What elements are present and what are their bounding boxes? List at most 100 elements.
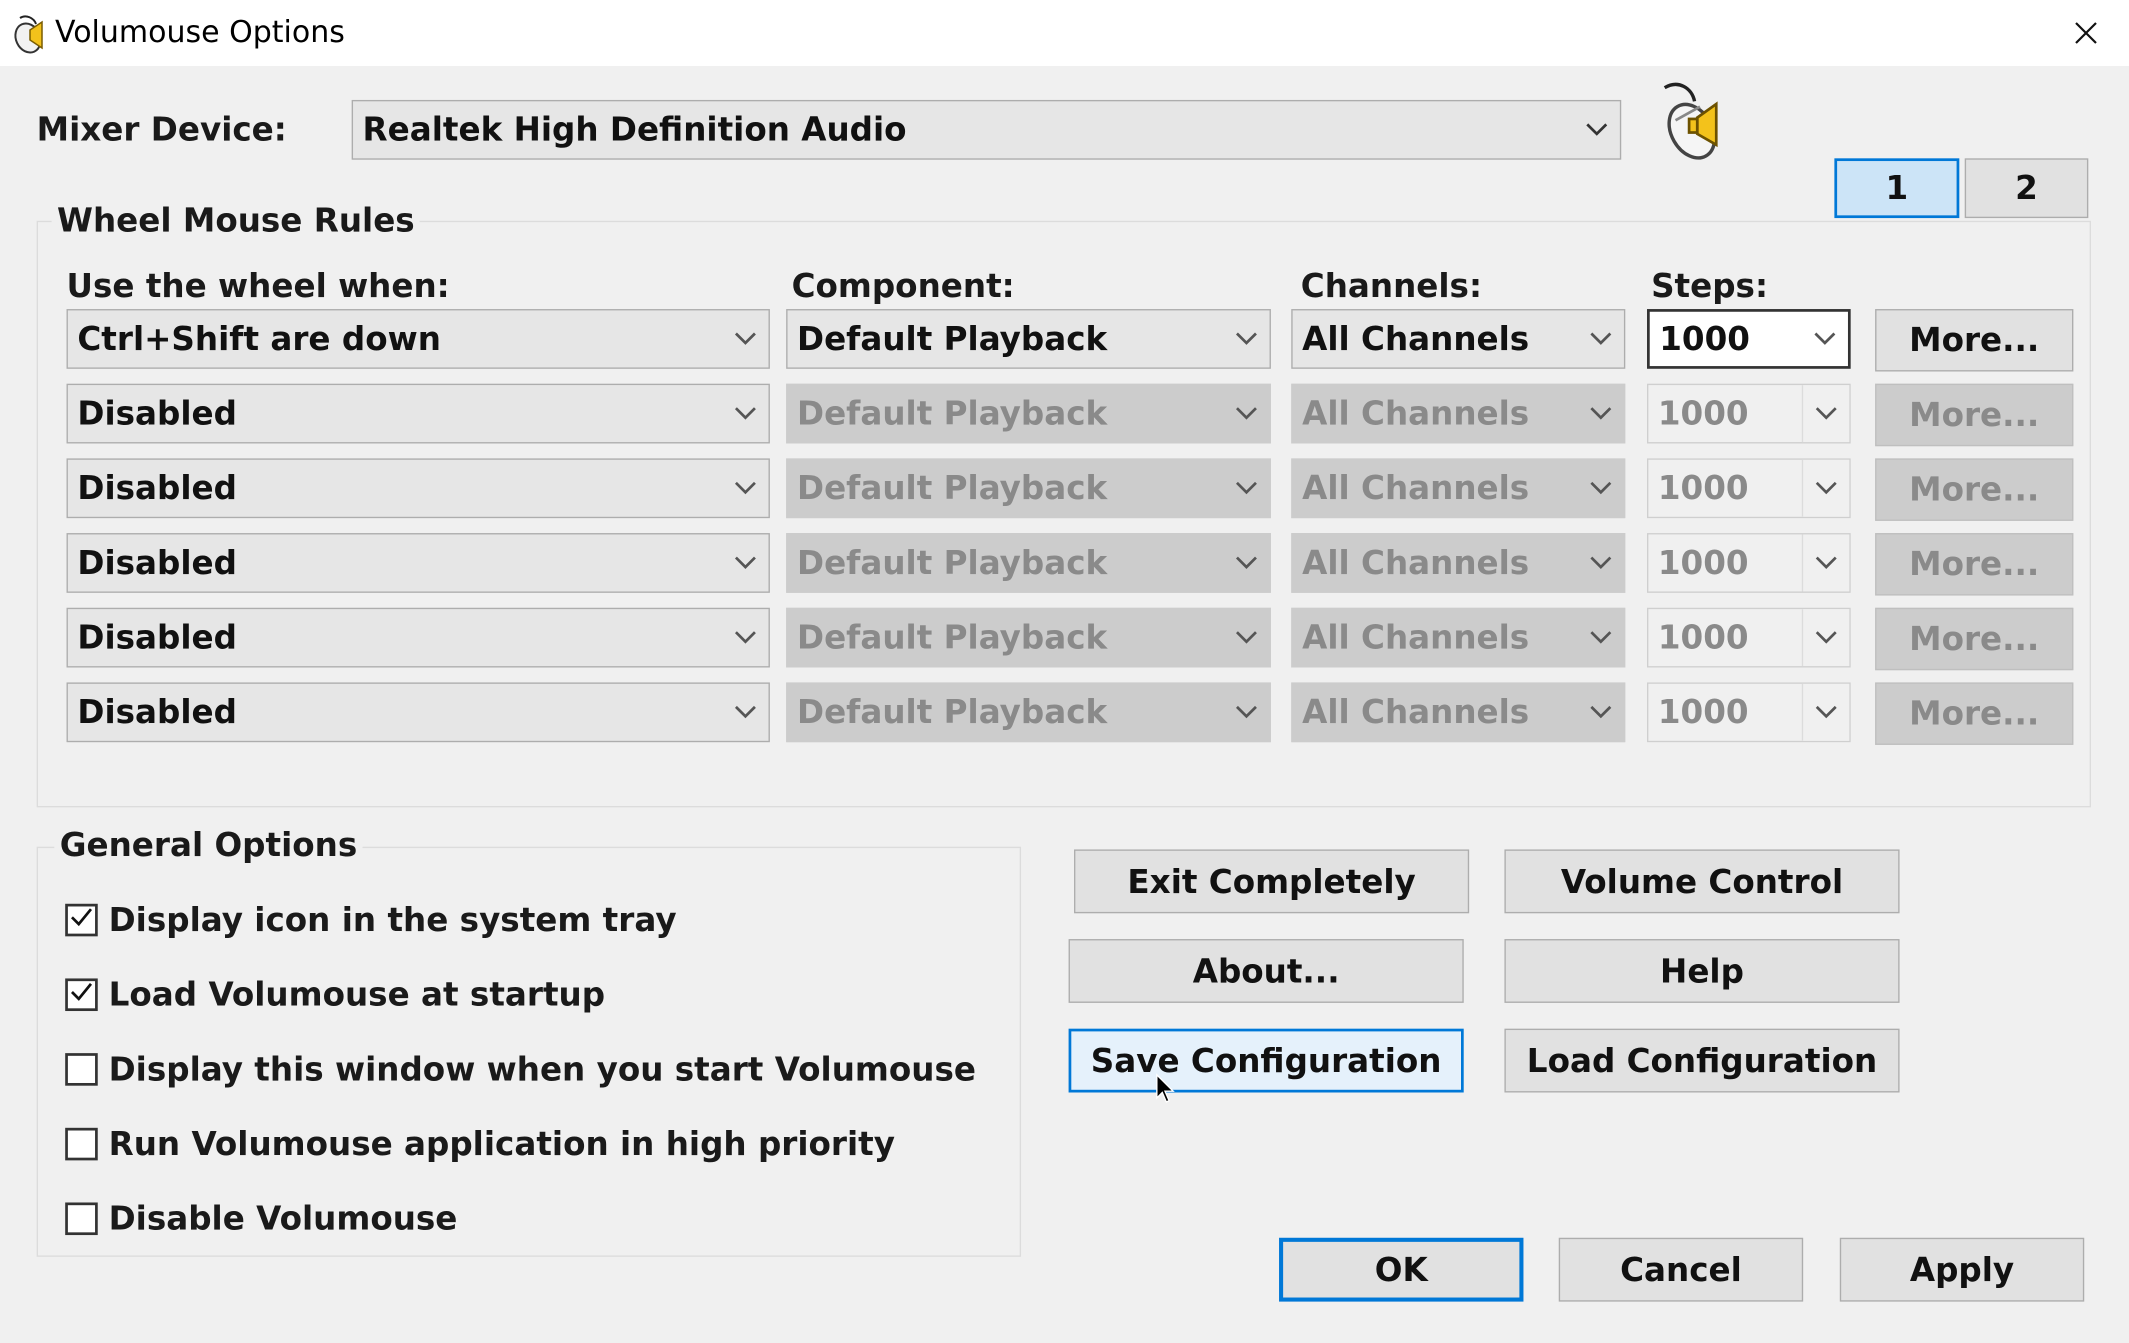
rule-1-component-dropdown-value: Default Playback: [797, 319, 1108, 358]
chevron-down-icon: [722, 684, 768, 741]
chevron-down-icon: [1801, 534, 1850, 592]
rule-2-steps-combo[interactable]: 1000: [1647, 383, 1851, 444]
rule-6-when-dropdown[interactable]: Disabled: [66, 682, 770, 743]
general-option-1[interactable]: Display icon in the system tray: [65, 900, 677, 941]
chevron-down-icon: [1223, 310, 1269, 367]
rule-4-component-dropdown[interactable]: Default Playback: [786, 533, 1271, 593]
checkbox[interactable]: [65, 903, 98, 937]
chevron-down-icon: [1578, 460, 1624, 517]
ok-button[interactable]: OK: [1279, 1237, 1524, 1302]
rule-5-component-dropdown[interactable]: Default Playback: [786, 607, 1271, 668]
close-button[interactable]: [2050, 0, 2122, 66]
rule-6-component-dropdown-value: Default Playback: [797, 693, 1108, 732]
mouse-cursor-icon: [1155, 1073, 1177, 1106]
rule-3-when-dropdown-value: Disabled: [77, 469, 237, 508]
checkbox-label: Display icon in the system tray: [108, 901, 677, 940]
checkbox-label: Run Volumouse application in high priori…: [108, 1125, 895, 1164]
rule-5-when-dropdown[interactable]: Disabled: [66, 607, 770, 668]
rule-4-more-button[interactable]: More...: [1875, 533, 2074, 596]
rule-1-when-dropdown[interactable]: Ctrl+Shift are down: [66, 309, 770, 369]
rule-1-steps-combo-value: 1000: [1659, 319, 1750, 358]
rule-5-component-dropdown-value: Default Playback: [797, 618, 1108, 657]
rule-4-steps-combo-value: 1000: [1657, 543, 1749, 582]
chevron-down-icon: [722, 310, 768, 367]
rule-6-steps-combo-value: 1000: [1657, 693, 1749, 732]
rule-1-when-dropdown-value: Ctrl+Shift are down: [77, 319, 441, 358]
rule-6-more-button[interactable]: More...: [1875, 682, 2074, 745]
checkbox-label: Disable Volumouse: [108, 1199, 458, 1238]
general-option-4[interactable]: Run Volumouse application in high priori…: [65, 1124, 895, 1165]
checkbox[interactable]: [65, 1053, 98, 1086]
channels-header: Channels:: [1300, 266, 1482, 305]
chevron-down-icon: [1223, 385, 1269, 442]
save-configuration-button[interactable]: Save Configuration: [1068, 1028, 1464, 1093]
rule-3-channels-dropdown[interactable]: All Channels: [1291, 458, 1626, 519]
chevron-down-icon: [1578, 684, 1624, 741]
rule-4-steps-combo[interactable]: 1000: [1647, 533, 1851, 593]
app-icon: [6, 12, 52, 56]
rule-4-component-dropdown-value: Default Playback: [797, 543, 1108, 582]
rule-5-channels-dropdown[interactable]: All Channels: [1291, 607, 1626, 668]
rule-5-steps-combo[interactable]: 1000: [1647, 607, 1851, 668]
rule-6-steps-combo[interactable]: 1000: [1647, 682, 1851, 743]
rule-4-channels-dropdown[interactable]: All Channels: [1291, 533, 1626, 593]
rule-4-when-dropdown[interactable]: Disabled: [66, 533, 770, 593]
mixer-device-label: Mixer Device:: [36, 110, 287, 149]
rule-2-when-dropdown-value: Disabled: [77, 394, 237, 433]
chevron-down-icon: [1801, 609, 1850, 667]
rule-3-more-button[interactable]: More...: [1875, 458, 2074, 521]
rule-3-steps-combo[interactable]: 1000: [1647, 458, 1851, 519]
chevron-down-icon: [1801, 459, 1850, 517]
checkbox[interactable]: [65, 978, 98, 1012]
checkbox[interactable]: [65, 1127, 98, 1161]
rule-6-component-dropdown[interactable]: Default Playback: [786, 682, 1271, 743]
exit-completely-button[interactable]: Exit Completely: [1074, 849, 1470, 914]
volumouse-logo-icon: [1648, 80, 1735, 167]
rule-1-more-button[interactable]: More...: [1875, 309, 2074, 372]
rule-4-when-dropdown-value: Disabled: [77, 543, 237, 582]
rule-1-channels-dropdown[interactable]: All Channels: [1291, 309, 1626, 369]
title-bar: Volumouse Options: [0, 0, 2129, 66]
general-options-title: General Options: [54, 825, 363, 866]
rule-2-channels-dropdown[interactable]: All Channels: [1291, 383, 1626, 444]
volume-control-button[interactable]: Volume Control: [1504, 849, 1900, 914]
rule-6-when-dropdown-value: Disabled: [77, 693, 237, 732]
rule-6-channels-dropdown[interactable]: All Channels: [1291, 682, 1626, 743]
mixer-device-dropdown[interactable]: Realtek High Definition Audio: [351, 99, 1622, 160]
chevron-down-icon: [722, 534, 768, 591]
rule-2-component-dropdown-value: Default Playback: [797, 394, 1108, 433]
rule-2-channels-dropdown-value: All Channels: [1302, 394, 1530, 433]
rule-5-more-button[interactable]: More...: [1875, 607, 2074, 671]
chevron-down-icon: [1574, 101, 1620, 158]
rule-1-steps-combo[interactable]: 1000: [1647, 309, 1851, 369]
rule-2-component-dropdown[interactable]: Default Playback: [786, 383, 1271, 444]
chevron-down-icon: [1223, 609, 1269, 666]
checkmark-icon: [69, 906, 93, 933]
rule-3-component-dropdown[interactable]: Default Playback: [786, 458, 1271, 519]
rule-2-more-button[interactable]: More...: [1875, 383, 2074, 447]
checkbox[interactable]: [65, 1202, 98, 1236]
help-button[interactable]: Help: [1504, 939, 1900, 1003]
steps-header: Steps:: [1651, 266, 1769, 305]
use-wheel-when-header: Use the wheel when:: [66, 266, 450, 305]
general-option-3[interactable]: Display this window when you start Volum…: [65, 1049, 976, 1090]
dialog-content: Mixer Device: Realtek High Definition Au…: [0, 66, 2129, 1319]
checkbox-label: Load Volumouse at startup: [108, 975, 606, 1014]
rule-2-when-dropdown[interactable]: Disabled: [66, 383, 770, 444]
general-option-2[interactable]: Load Volumouse at startup: [65, 974, 605, 1015]
about-button[interactable]: About...: [1068, 939, 1464, 1003]
component-header: Component:: [791, 266, 1015, 305]
page-1-button[interactable]: 1: [1834, 158, 1960, 219]
options-window: Volumouse Options Mixer Device: Realtek …: [0, 0, 2129, 1343]
rule-5-steps-combo-value: 1000: [1657, 618, 1749, 657]
load-configuration-button[interactable]: Load Configuration: [1504, 1028, 1900, 1093]
page-2-button[interactable]: 2: [1964, 158, 2089, 219]
rule-3-when-dropdown[interactable]: Disabled: [66, 458, 770, 519]
chevron-down-icon: [1223, 684, 1269, 741]
apply-button[interactable]: Apply: [1839, 1237, 2085, 1302]
chevron-down-icon: [1801, 385, 1850, 443]
cancel-button[interactable]: Cancel: [1558, 1237, 1804, 1302]
rule-1-component-dropdown[interactable]: Default Playback: [786, 309, 1271, 369]
general-option-5[interactable]: Disable Volumouse: [65, 1198, 457, 1239]
chevron-down-icon: [722, 609, 768, 666]
